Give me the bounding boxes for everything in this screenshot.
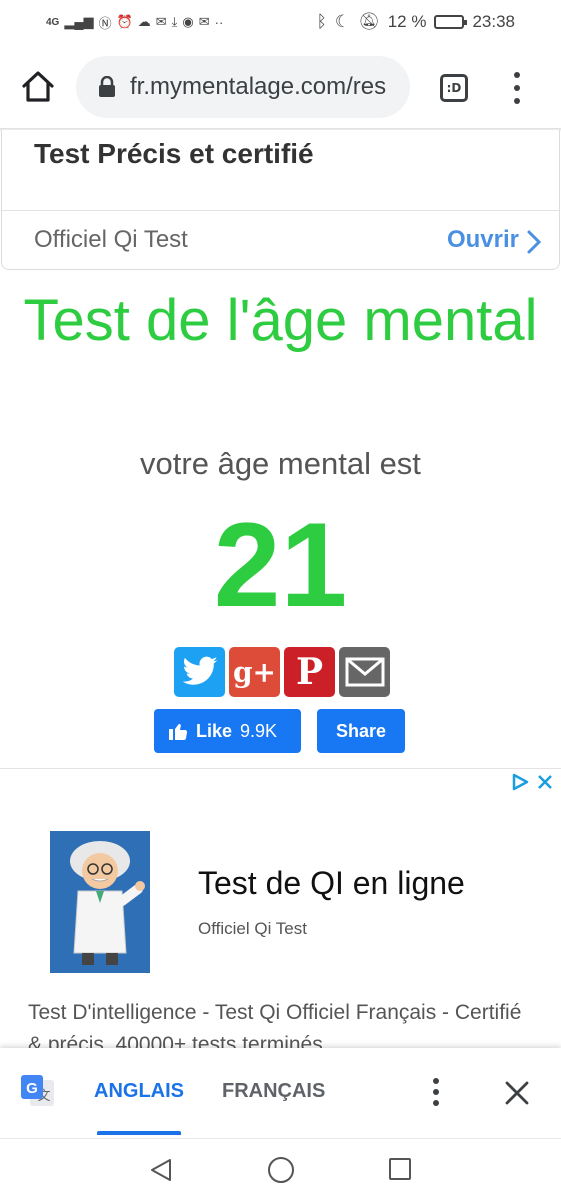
like-label: Like bbox=[196, 720, 233, 741]
clock: 23:38 bbox=[472, 12, 515, 31]
battery-icon bbox=[434, 15, 468, 29]
status-bar: 4G ▂▄▆ Ⓝ ⏰ ☁ ✉ ⤓ ◉ ✉ ·· ᛒ ☾ 🔕︎ 12 % 23:3… bbox=[0, 0, 561, 44]
signal-icon: ▂▄▆ bbox=[64, 14, 94, 29]
url-text: fr.mymentalage.com/res bbox=[130, 73, 387, 100]
svg-text:G: G bbox=[26, 1080, 38, 1097]
active-tab-indicator bbox=[97, 1131, 181, 1135]
page-title: Test de l'âge mental bbox=[23, 288, 538, 353]
ad-top-divider bbox=[2, 210, 559, 211]
translate-close-icon[interactable] bbox=[504, 1080, 530, 1106]
back-icon[interactable] bbox=[148, 1157, 174, 1183]
share-icons: g+ P bbox=[174, 647, 390, 697]
twitter-icon[interactable] bbox=[174, 647, 225, 697]
browser-menu-icon[interactable] bbox=[510, 72, 524, 104]
mail-icon: ✉ bbox=[155, 14, 167, 29]
email-icon[interactable] bbox=[339, 647, 390, 697]
cloud-icon: ☁ bbox=[137, 14, 151, 29]
facebook-share-button[interactable]: Share bbox=[317, 709, 405, 753]
browser-toolbar: fr.mymentalage.com/res :D bbox=[0, 44, 561, 130]
ad-bottom-title: Test de QI en ligne bbox=[198, 865, 465, 901]
professor-illustration bbox=[50, 831, 150, 973]
bluetooth-icon: ᛒ bbox=[316, 12, 327, 31]
google-plus-icon[interactable]: g+ bbox=[229, 647, 280, 697]
mental-age-value: 21 bbox=[213, 498, 348, 632]
nfc-icon: Ⓝ bbox=[98, 15, 112, 31]
google-translate-icon: 文 G bbox=[21, 1075, 54, 1106]
ad-card-bottom[interactable]: Test de QI en ligne Officiel Qi Test Tes… bbox=[0, 768, 561, 1058]
ad-top-source: Officiel Qi Test bbox=[34, 226, 188, 253]
alarm-icon: ⏰ bbox=[116, 14, 133, 29]
translate-bar: 文 G ANGLAIS FRANÇAIS bbox=[0, 1048, 561, 1138]
ad-top-title: Test Précis et certifié bbox=[34, 138, 314, 169]
url-bar[interactable]: fr.mymentalage.com/res bbox=[76, 56, 410, 118]
tab-switcher-button[interactable]: :D bbox=[440, 74, 468, 102]
ad-open-button[interactable]: Ouvrir bbox=[447, 226, 519, 254]
recents-icon[interactable] bbox=[389, 1158, 411, 1180]
thumbs-up-icon bbox=[169, 724, 188, 740]
network-type: 4G bbox=[46, 16, 60, 28]
ad-choices[interactable] bbox=[511, 773, 553, 791]
bell-muted-icon: 🔕︎ bbox=[358, 12, 380, 31]
download-icon: ⤓ bbox=[171, 14, 178, 29]
adchoices-icon[interactable] bbox=[511, 773, 529, 791]
tab-francais[interactable]: FRANÇAIS bbox=[222, 1080, 325, 1103]
translate-menu-icon[interactable] bbox=[431, 1078, 441, 1106]
like-count: 9.9K bbox=[240, 720, 278, 741]
facebook-buttons: Like 9.9K Share bbox=[154, 709, 405, 753]
close-icon[interactable] bbox=[537, 774, 553, 790]
mail-icon-2: ✉ bbox=[198, 14, 210, 29]
chevron-right-icon[interactable] bbox=[523, 228, 545, 256]
battery-percent: 12 % bbox=[387, 12, 427, 31]
status-right-icons: ᛒ ☾ 🔕︎ 12 % 23:38 bbox=[317, 12, 515, 32]
home-icon[interactable] bbox=[18, 66, 58, 106]
globe-icon: ◉ bbox=[182, 14, 194, 29]
ad-card-top[interactable]: Test Précis et certifié Officiel Qi Test… bbox=[1, 130, 560, 270]
system-nav-bar bbox=[0, 1138, 561, 1200]
tab-anglais[interactable]: ANGLAIS bbox=[94, 1080, 184, 1103]
result-subtitle: votre âge mental est bbox=[140, 446, 421, 481]
lock-icon bbox=[99, 76, 115, 97]
ad-bottom-source: Officiel Qi Test bbox=[198, 919, 307, 938]
home-nav-icon[interactable] bbox=[268, 1157, 294, 1183]
pinterest-icon[interactable]: P bbox=[284, 647, 335, 697]
status-left-icons: 4G ▂▄▆ Ⓝ ⏰ ☁ ✉ ⤓ ◉ ✉ ·· bbox=[46, 13, 223, 32]
more-notifications-icon: ·· bbox=[214, 14, 224, 30]
facebook-like-button[interactable]: Like 9.9K bbox=[154, 709, 301, 753]
do-not-disturb-icon: ☾ bbox=[334, 12, 351, 31]
